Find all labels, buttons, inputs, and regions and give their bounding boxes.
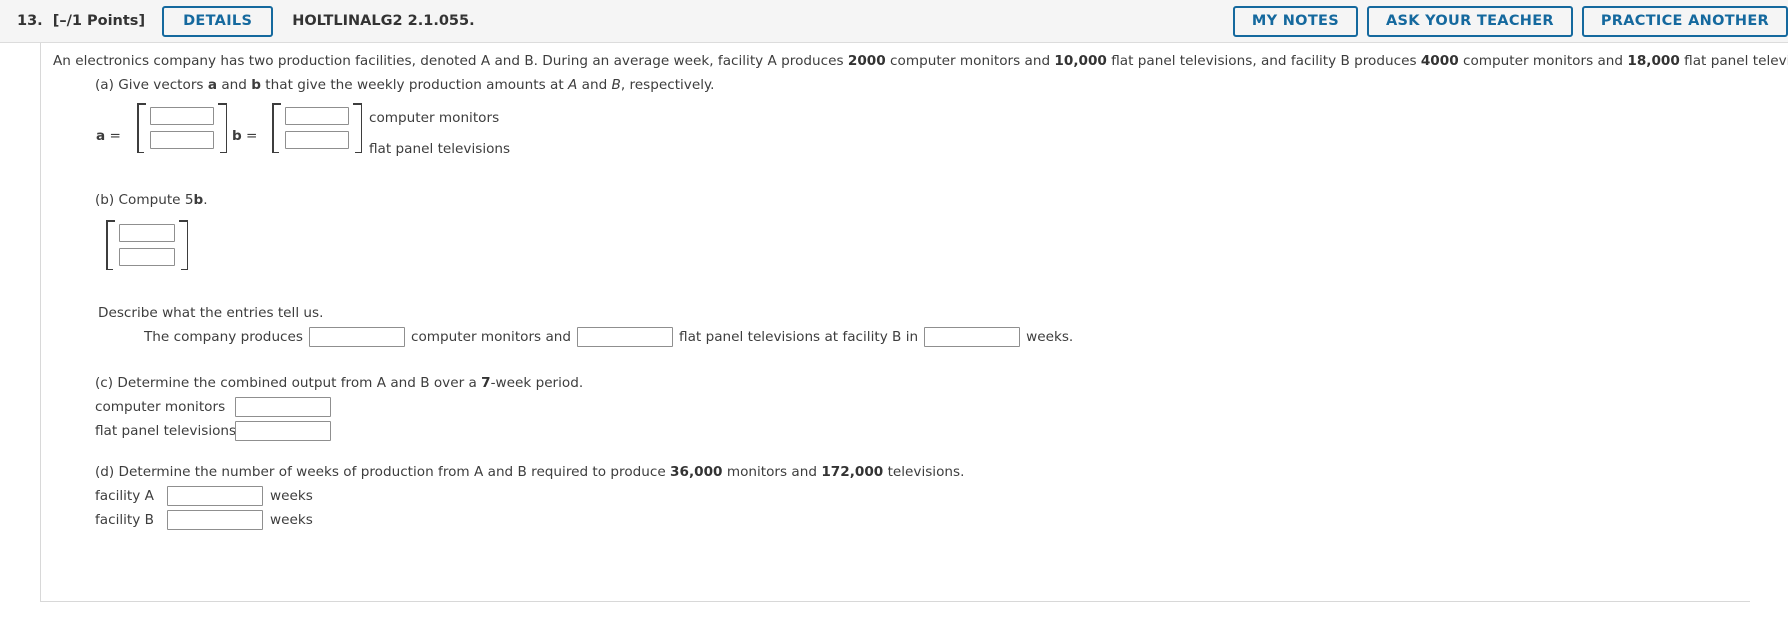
matrix-b-cells — [281, 103, 353, 153]
part-d-text-1: (d) Determine the number of weeks of pro… — [95, 464, 671, 480]
part-d-text-2: monitors and — [722, 464, 822, 480]
vector-row-label-televisions: flat panel televisions — [369, 141, 511, 157]
question-content-panel: An electronics company has two productio… — [40, 43, 1788, 602]
part-b-text-2: . — [203, 192, 208, 208]
stem-text-3: flat panel televisions, and facility B p… — [1106, 53, 1421, 69]
part-d-label-facility-b: facility B — [95, 512, 154, 528]
matrix-b-right-bracket — [353, 103, 362, 153]
stem-text-2: computer monitors and — [885, 53, 1055, 69]
part-b-left-bracket — [106, 220, 115, 270]
part-c-row-televisions: flat panel televisions — [95, 421, 331, 441]
part-d-value-1: 36,000 — [670, 464, 723, 480]
vector-b-input-2[interactable] — [285, 131, 349, 149]
part-b-sentence-text-3: flat panel televisions at facility B in — [679, 329, 919, 345]
part-a-text-5: , respectively. — [620, 77, 715, 93]
part-d-input-facility-b[interactable] — [167, 510, 263, 530]
vector-b-matrix — [272, 103, 362, 153]
part-b-cells — [115, 220, 179, 270]
vector-a-equals: = — [105, 128, 121, 144]
points-badge: [–/1 Points] — [52, 13, 146, 29]
my-notes-button[interactable]: MY NOTES — [1232, 5, 1358, 37]
question-number: 13. — [17, 13, 43, 29]
part-c-text-1: (c) Determine the combined output from A… — [95, 375, 482, 391]
part-c-text-2: -week period. — [490, 375, 584, 391]
part-d-unit-facility-a: weeks — [270, 488, 313, 504]
part-a-vector-b: b — [251, 77, 261, 93]
part-a-var-B: B — [611, 77, 621, 93]
part-b-sentence: The company produces computer monitors a… — [144, 327, 1073, 347]
part-b-right-bracket — [179, 220, 188, 270]
matrix-a-left-bracket — [137, 103, 146, 153]
ask-your-teacher-button[interactable]: ASK YOUR TEACHER — [1366, 5, 1573, 37]
part-b-sentence-text-1: The company produces — [144, 329, 303, 345]
vector-a-input-1[interactable] — [150, 107, 214, 125]
question-header-bar: 13. [–/1 Points] DETAILS HOLTLINALG2 2.1… — [0, 0, 1788, 43]
practice-another-button[interactable]: PRACTICE ANOTHER — [1581, 5, 1788, 37]
part-c-input-televisions[interactable] — [235, 421, 331, 441]
details-button[interactable]: DETAILS — [162, 5, 274, 37]
vector-a-label: a = — [96, 128, 121, 144]
part-d-input-facility-a[interactable] — [167, 486, 263, 506]
part-b-blank-monitors[interactable] — [308, 327, 405, 347]
part-d-value-2: 172,000 — [821, 464, 884, 480]
part-c-label-televisions: flat panel televisions — [95, 423, 237, 439]
part-a-vector-a: a — [207, 77, 218, 93]
stem-text-5: flat panel televisions. — [1684, 53, 1788, 69]
part-d-text-3: televisions. — [883, 464, 965, 480]
part-a-var-A: A — [568, 77, 578, 93]
part-b-blank-weeks[interactable] — [924, 327, 1021, 347]
vector-a-matrix — [137, 103, 227, 153]
part-d-unit-facility-b: weeks — [270, 512, 313, 528]
part-c-value: 7 — [481, 375, 491, 391]
vector-a-input-2[interactable] — [150, 131, 214, 149]
part-c-row-monitors: computer monitors — [95, 397, 331, 417]
part-b-result-matrix — [106, 220, 188, 270]
part-b-vector-b: b — [193, 192, 204, 208]
part-d-row-facility-a: facility A weeks — [95, 486, 313, 506]
matrix-a-right-bracket — [218, 103, 227, 153]
part-a-prompt: (a) Give vectors a and b that give the w… — [95, 77, 714, 93]
vector-b-symbol: b — [232, 128, 242, 144]
part-c-input-monitors[interactable] — [235, 397, 331, 417]
assignment-code: HOLTLINALG2 2.1.055. — [292, 13, 475, 29]
stem-text-1: An electronics company has two productio… — [53, 53, 848, 69]
stem-value-3: 4000 — [1420, 53, 1459, 69]
part-b-describe-prompt: Describe what the entries tell us. — [98, 305, 324, 321]
part-b-input-1[interactable] — [119, 224, 175, 242]
part-a-text-2: and — [217, 77, 252, 93]
part-b-input-2[interactable] — [119, 248, 175, 266]
matrix-b-left-bracket — [272, 103, 281, 153]
stem-value-1: 2000 — [847, 53, 886, 69]
vector-a-symbol: a — [96, 128, 106, 144]
vector-row-label-monitors: computer monitors — [369, 110, 500, 126]
part-b-sentence-text-2: computer monitors and — [410, 329, 572, 345]
vector-b-equals: = — [241, 128, 258, 144]
part-d-row-facility-b: facility B weeks — [95, 510, 313, 530]
header-actions: MY NOTES ASK YOUR TEACHER PRACTICE ANOTH… — [1232, 5, 1788, 37]
part-a-text-4: and — [577, 77, 612, 93]
vector-b-label: b = — [232, 128, 257, 144]
part-b-text-1: (b) Compute 5 — [95, 192, 194, 208]
stem-text-4: computer monitors and — [1458, 53, 1628, 69]
part-b-prompt: (b) Compute 5b. — [95, 192, 208, 208]
part-a-text-3: that give the weekly production amounts … — [260, 77, 568, 93]
vector-b-input-1[interactable] — [285, 107, 349, 125]
part-c-prompt: (c) Determine the combined output from A… — [95, 375, 583, 391]
stem-value-4: 18,000 — [1627, 53, 1680, 69]
part-a-text-1: (a) Give vectors — [95, 77, 208, 93]
part-b-blank-televisions[interactable] — [577, 327, 674, 347]
matrix-a-cells — [146, 103, 218, 153]
problem-statement: An electronics company has two productio… — [53, 53, 1788, 69]
part-b-sentence-text-4: weeks. — [1026, 329, 1074, 345]
part-d-label-facility-a: facility A — [95, 488, 154, 504]
stem-value-2: 10,000 — [1054, 53, 1107, 69]
part-d-prompt: (d) Determine the number of weeks of pro… — [95, 464, 964, 480]
part-c-label-monitors: computer monitors — [95, 399, 226, 415]
